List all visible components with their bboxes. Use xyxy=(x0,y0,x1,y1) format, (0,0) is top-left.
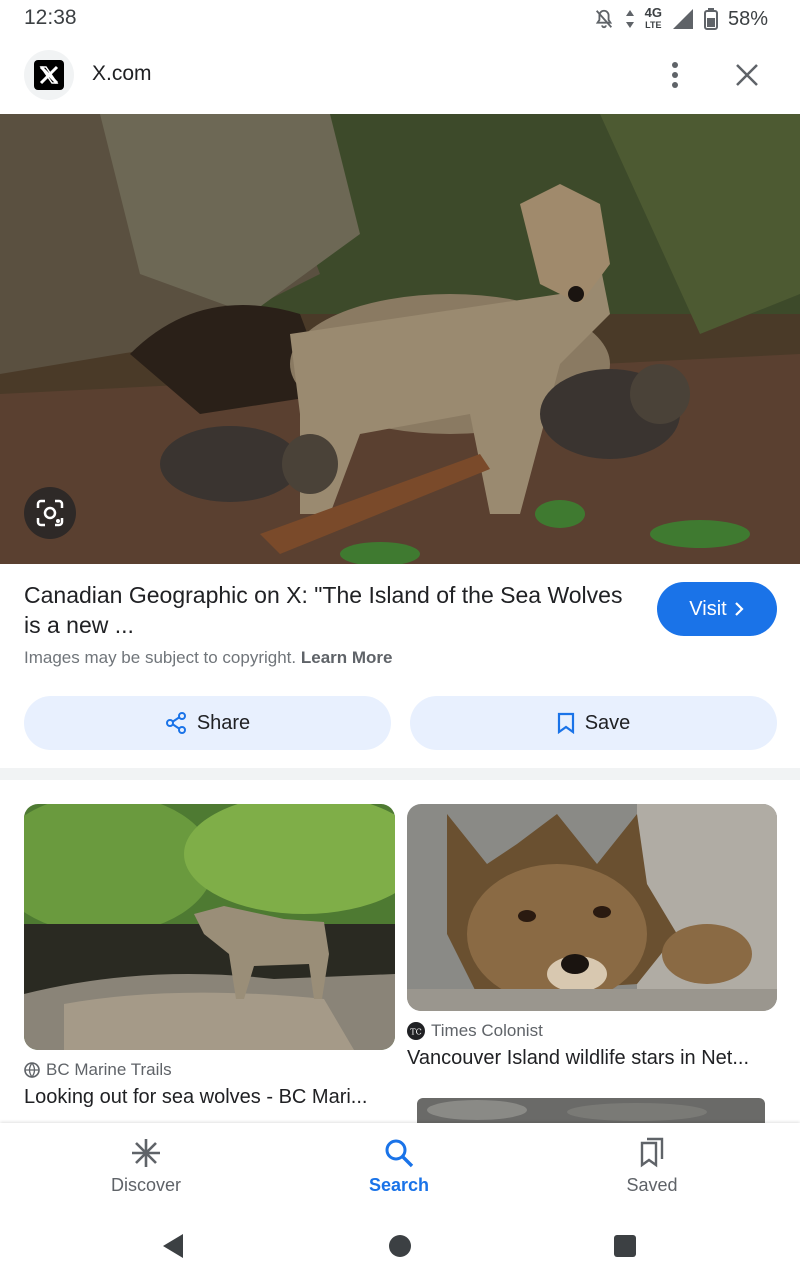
related-title-1[interactable]: Looking out for sea wolves - BC Mari... xyxy=(24,1086,367,1109)
bottom-navigation: Discover Search Saved xyxy=(0,1123,800,1213)
nav-search[interactable]: Search xyxy=(319,1137,479,1196)
status-time: 12:38 xyxy=(24,6,77,29)
bookmark-icon xyxy=(557,712,574,734)
result-header: X.com xyxy=(0,46,800,104)
search-icon xyxy=(385,1139,414,1168)
recents-button[interactable] xyxy=(610,1231,640,1261)
main-image[interactable] xyxy=(0,114,800,564)
notifications-off-icon xyxy=(595,9,612,29)
wolf-pup-photo xyxy=(407,804,777,1011)
status-bar: 12:38 4G LTE 58% xyxy=(0,0,800,40)
site-logo[interactable] xyxy=(24,50,74,100)
save-label: Save xyxy=(584,711,631,734)
home-button[interactable] xyxy=(385,1231,415,1261)
partial-photo xyxy=(417,1098,765,1123)
x-logo-icon xyxy=(34,60,64,90)
recents-square-icon xyxy=(614,1235,636,1257)
close-icon xyxy=(736,64,758,86)
related-image-1[interactable] xyxy=(24,804,395,1050)
related-title-2[interactable]: Vancouver Island wildlife stars in Net..… xyxy=(407,1047,749,1070)
times-colonist-logo-icon: TC xyxy=(407,1022,425,1040)
site-name[interactable]: X.com xyxy=(92,62,152,86)
copyright-notice: Images may be subject to copyright. Lear… xyxy=(24,648,393,668)
battery-icon xyxy=(703,8,718,30)
related-image-2[interactable] xyxy=(407,804,777,1011)
more-options-button[interactable] xyxy=(660,58,690,92)
visit-button[interactable]: Visit xyxy=(657,582,777,636)
source-row-2: TC Times Colonist xyxy=(407,1021,543,1041)
more-vert-icon xyxy=(672,62,678,88)
nav-search-label: Search xyxy=(368,1175,430,1195)
status-icons: 4G LTE 58% xyxy=(593,6,768,32)
svg-text:TC: TC xyxy=(410,1028,421,1037)
nav-saved[interactable]: Saved xyxy=(572,1137,732,1196)
back-button[interactable] xyxy=(158,1231,188,1261)
globe-icon xyxy=(24,1062,40,1078)
share-icon xyxy=(165,712,186,734)
nav-discover-label: Discover xyxy=(110,1175,181,1195)
learn-more-link[interactable]: Learn More xyxy=(301,648,393,667)
lens-icon xyxy=(36,499,64,527)
signal-icon xyxy=(672,9,693,29)
copyright-text: Images may be subject to copyright. xyxy=(24,648,297,667)
result-title[interactable]: Canadian Geographic on X: "The Island of… xyxy=(24,580,634,640)
back-triangle-icon xyxy=(163,1234,183,1258)
asterisk-icon xyxy=(132,1139,160,1167)
battery-level: 58% xyxy=(727,7,768,30)
network-type: 4G LTE xyxy=(644,5,662,30)
nav-saved-label: Saved xyxy=(626,1175,678,1195)
source-name: BC Marine Trails xyxy=(46,1060,172,1079)
wolf-family-photo xyxy=(0,114,800,564)
home-circle-icon xyxy=(389,1235,411,1257)
system-navigation xyxy=(0,1213,800,1280)
data-arrows-icon xyxy=(625,10,634,28)
source-name: Times Colonist xyxy=(431,1021,543,1040)
source-row-1: BC Marine Trails xyxy=(24,1060,172,1080)
share-label: Share xyxy=(196,711,251,734)
close-button[interactable] xyxy=(730,58,764,92)
share-button[interactable]: Share xyxy=(24,696,391,750)
saved-collections-icon xyxy=(640,1137,664,1168)
visit-label: Visit xyxy=(689,597,727,620)
chevron-right-icon xyxy=(734,602,744,616)
nav-discover[interactable]: Discover xyxy=(66,1137,226,1196)
related-image-4[interactable] xyxy=(417,1098,765,1123)
lens-button[interactable] xyxy=(24,487,76,539)
wolf-on-rock-photo xyxy=(24,804,395,1050)
section-divider xyxy=(0,768,800,780)
save-button[interactable]: Save xyxy=(410,696,777,750)
